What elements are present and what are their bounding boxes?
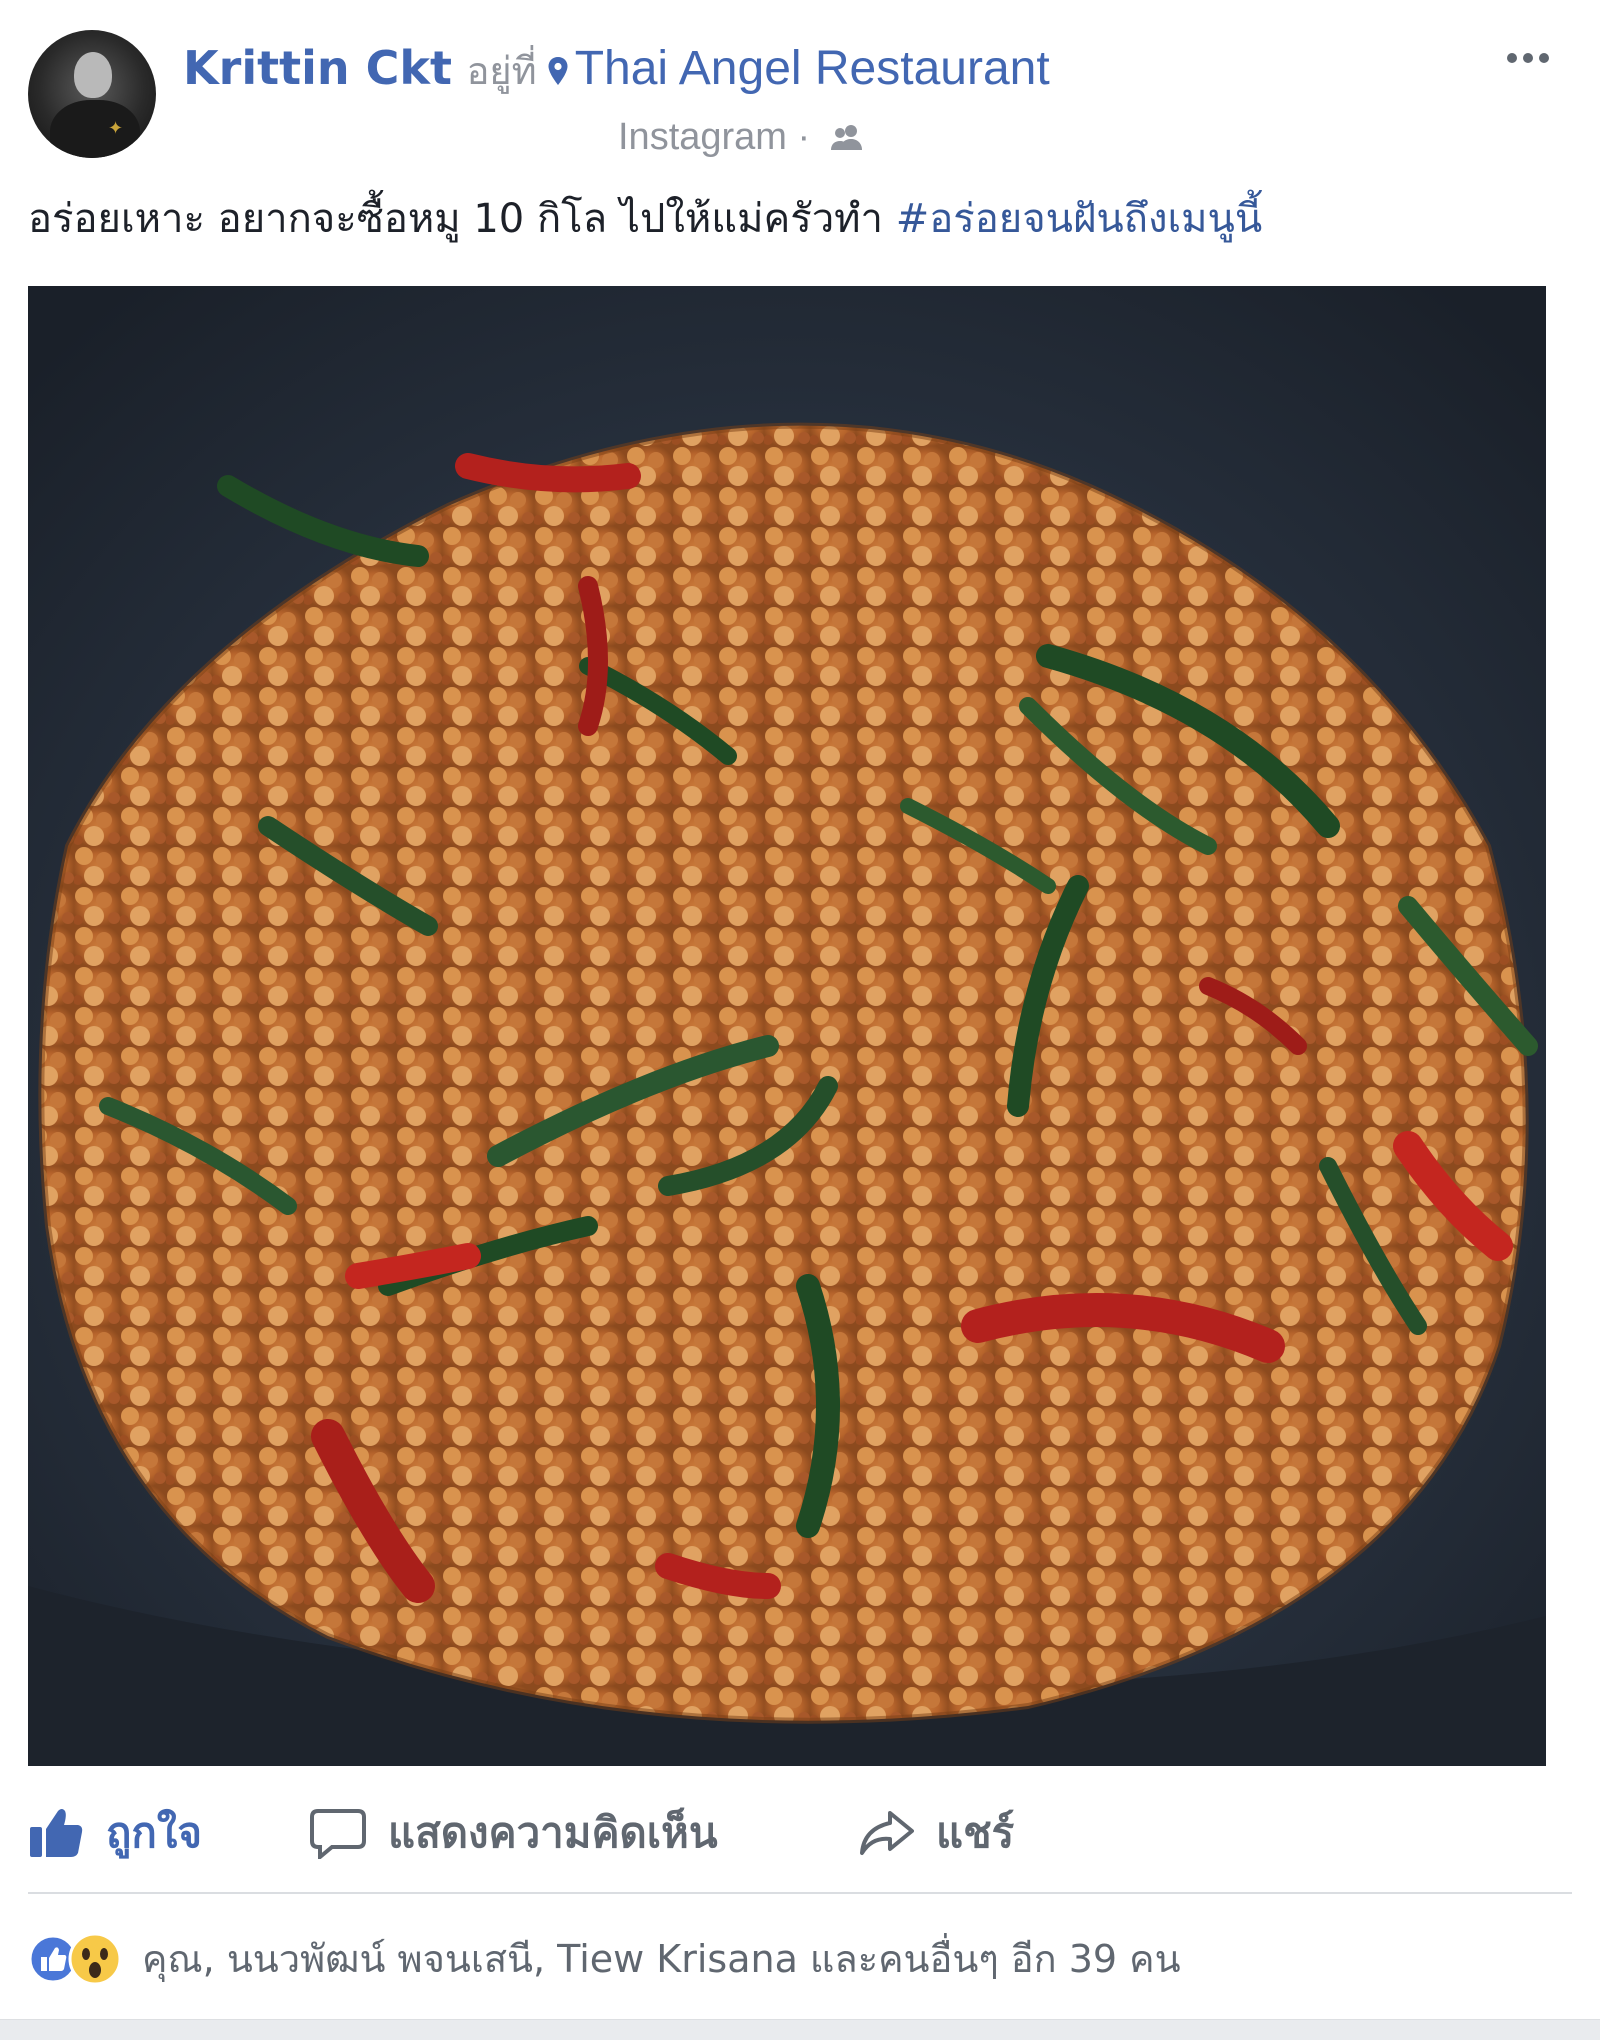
like-label: ถูกใจ xyxy=(106,1808,202,1857)
meta-separator: · xyxy=(797,116,811,158)
post-meta: Instagram · xyxy=(618,114,865,160)
reactions-summary[interactable]: คุณ, นนวพัฒน์ พจนเสนี, Tiew Krisana และค… xyxy=(28,1928,1181,1988)
at-label: อยู่ที่ xyxy=(466,49,537,93)
author-name[interactable]: Krittin Ckt xyxy=(183,41,452,95)
food-photo-image xyxy=(28,286,1546,1766)
share-button[interactable]: แชร์ xyxy=(858,1796,1014,1870)
post-message: อร่อยเหาะ อยากจะซื้อหมู 10 กิโล ไปให้แม่… xyxy=(28,196,896,242)
divider xyxy=(28,1892,1572,1894)
author-avatar[interactable]: ✦ xyxy=(28,30,156,158)
post-card: ✦ Krittin Ckt อยู่ที่ Thai Angel Restaur… xyxy=(0,0,1600,2020)
post-text: อร่อยเหาะ อยากจะซื้อหมู 10 กิโล ไปให้แม่… xyxy=(28,190,1568,248)
hashtag-link[interactable]: #อร่อยจนฝันถึงเมนูนี้ xyxy=(896,196,1263,242)
post-photo[interactable] xyxy=(28,286,1546,1766)
more-options-icon[interactable] xyxy=(1504,48,1552,68)
thumbs-up-icon xyxy=(30,1809,83,1857)
friends-icon[interactable] xyxy=(829,123,865,151)
post-title-line: Krittin Ckt อยู่ที่ Thai Angel Restauran… xyxy=(183,40,1050,99)
comment-label: แสดงความคิดเห็น xyxy=(388,1808,718,1857)
share-icon xyxy=(860,1811,914,1855)
post-source[interactable]: Instagram xyxy=(618,116,787,158)
reaction-icons xyxy=(28,1932,134,1986)
place-link[interactable]: Thai Angel Restaurant xyxy=(575,42,1050,95)
action-bar: ถูกใจ แสดงความคิดเห็น แชร์ xyxy=(28,1796,1572,1870)
share-label: แชร์ xyxy=(936,1808,1015,1857)
location-pin-icon xyxy=(548,57,568,85)
reactions-text[interactable]: คุณ, นนวพัฒน์ พจนเสนี, Tiew Krisana และค… xyxy=(142,1928,1181,1989)
comment-icon xyxy=(310,1809,366,1859)
like-button[interactable]: ถูกใจ xyxy=(28,1796,202,1870)
wow-reaction-icon xyxy=(68,1932,122,1986)
comment-button[interactable]: แสดงความคิดเห็น xyxy=(310,1796,718,1870)
post-header: ✦ Krittin Ckt อยู่ที่ Thai Angel Restaur… xyxy=(28,30,1572,170)
